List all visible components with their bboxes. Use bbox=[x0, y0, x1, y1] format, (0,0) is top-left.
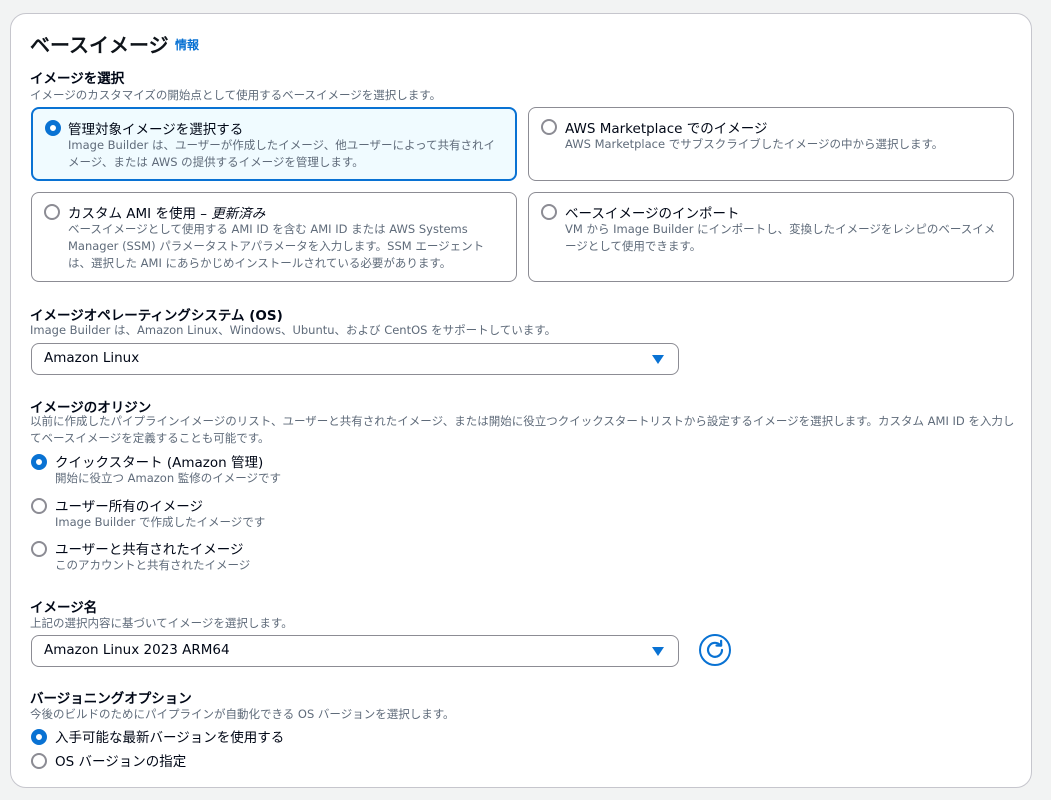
version-option-latest-label: 入手可能な最新バージョンを使用する bbox=[55, 730, 285, 746]
section-title: ベースイメージ bbox=[30, 33, 169, 57]
origin-option-shared[interactable]: ユーザーと共有されたイメージ このアカウントと共有されたイメージ bbox=[31, 541, 331, 577]
version-option-specify-radio[interactable] bbox=[31, 753, 47, 769]
caret-down-icon bbox=[652, 647, 664, 656]
origin-option-owned-radio[interactable] bbox=[31, 498, 47, 514]
os-description: Image Builder は、Amazon Linux、Windows、Ubu… bbox=[30, 323, 557, 337]
tile-managed-image-title: 管理対象イメージを選択する bbox=[68, 122, 244, 138]
tile-custom-ami[interactable]: カスタム AMI を使用 – 更新済み ベースイメージとして使用する AMI I… bbox=[31, 192, 517, 282]
image-name-select[interactable]: Amazon Linux 2023 ARM64 bbox=[31, 635, 679, 667]
origin-option-owned-label: ユーザー所有のイメージ bbox=[55, 499, 203, 515]
versioning-description: 今後のビルドのためにパイプラインが自動化できる OS バージョンを選択します。 bbox=[30, 707, 455, 721]
version-option-latest-radio[interactable] bbox=[31, 729, 47, 745]
image-name-description: 上記の選択内容に基づいてイメージを選択します。 bbox=[30, 616, 293, 630]
versioning-label: バージョニングオプション bbox=[30, 691, 192, 707]
origin-option-quickstart-radio[interactable] bbox=[31, 454, 47, 470]
origin-option-quickstart[interactable]: クイックスタート (Amazon 管理) 開始に役立つ Amazon 監修のイメ… bbox=[31, 454, 331, 490]
base-image-panel: ベースイメージ 情報 イメージを選択 イメージのカスタマイズの開始点として使用す… bbox=[10, 13, 1032, 788]
tile-marketplace-image[interactable]: AWS Marketplace でのイメージ AWS Marketplace で… bbox=[528, 107, 1014, 181]
tile-managed-image-radio[interactable] bbox=[45, 120, 61, 136]
tile-import-base-image-description: VM から Image Builder にインポートし、変換したイメージをレシピ… bbox=[565, 222, 996, 253]
tile-custom-ami-radio[interactable] bbox=[44, 204, 60, 220]
tile-managed-image-description: Image Builder は、ユーザーが作成したイメージ、他ユーザーによって共… bbox=[68, 138, 496, 169]
info-link[interactable]: 情報 bbox=[175, 36, 199, 53]
origin-option-shared-radio[interactable] bbox=[31, 541, 47, 557]
origin-option-quickstart-description: 開始に役立つ Amazon 監修のイメージです bbox=[55, 471, 282, 485]
version-option-latest[interactable]: 入手可能な最新バージョンを使用する bbox=[31, 729, 331, 747]
caret-down-icon bbox=[652, 355, 664, 364]
origin-option-owned-description: Image Builder で作成したイメージです bbox=[55, 515, 266, 529]
tile-custom-ami-updated-tag: 更新済み bbox=[211, 206, 266, 222]
select-image-description: イメージのカスタマイズの開始点として使用するベースイメージを選択します。 bbox=[30, 88, 442, 102]
tile-marketplace-image-description: AWS Marketplace でサブスクライブしたイメージの中から選択します。 bbox=[565, 137, 944, 151]
tile-import-base-image-title: ベースイメージのインポート bbox=[565, 206, 740, 222]
tile-import-base-image-radio[interactable] bbox=[541, 204, 557, 220]
select-image-label: イメージを選択 bbox=[30, 71, 125, 87]
tile-marketplace-image-radio[interactable] bbox=[541, 119, 557, 135]
tile-marketplace-image-title: AWS Marketplace でのイメージ bbox=[565, 121, 768, 137]
tile-custom-ami-title: カスタム AMI を使用 – 更新済み bbox=[68, 202, 265, 222]
refresh-icon bbox=[706, 639, 724, 658]
tile-custom-ami-description: ベースイメージとして使用する AMI ID を含む AMI ID または AWS… bbox=[68, 222, 485, 270]
version-option-specify-label: OS バージョンの指定 bbox=[55, 754, 187, 770]
origin-description: 以前に作成したパイプラインイメージのリスト、ユーザーと共有されたイメージ、または… bbox=[30, 414, 1015, 445]
origin-option-shared-description: このアカウントと共有されたイメージ bbox=[55, 558, 251, 572]
tile-managed-image[interactable]: 管理対象イメージを選択する Image Builder は、ユーザーが作成したイ… bbox=[31, 107, 517, 181]
tile-import-base-image[interactable]: ベースイメージのインポート VM から Image Builder にインポート… bbox=[528, 192, 1014, 282]
origin-option-shared-label: ユーザーと共有されたイメージ bbox=[55, 542, 244, 558]
version-option-specify[interactable]: OS バージョンの指定 bbox=[31, 753, 331, 771]
origin-option-owned[interactable]: ユーザー所有のイメージ Image Builder で作成したイメージです bbox=[31, 498, 331, 534]
image-name-select-value: Amazon Linux 2023 ARM64 bbox=[44, 642, 230, 658]
refresh-button[interactable] bbox=[699, 634, 731, 666]
origin-option-quickstart-label: クイックスタート (Amazon 管理) bbox=[55, 455, 264, 471]
os-label: イメージオペレーティングシステム (OS) bbox=[30, 308, 283, 324]
image-name-label: イメージ名 bbox=[30, 600, 98, 616]
os-select[interactable]: Amazon Linux bbox=[31, 343, 679, 375]
os-select-value: Amazon Linux bbox=[44, 350, 140, 366]
tile-custom-ami-title-text: カスタム AMI を使用 – bbox=[68, 206, 212, 222]
